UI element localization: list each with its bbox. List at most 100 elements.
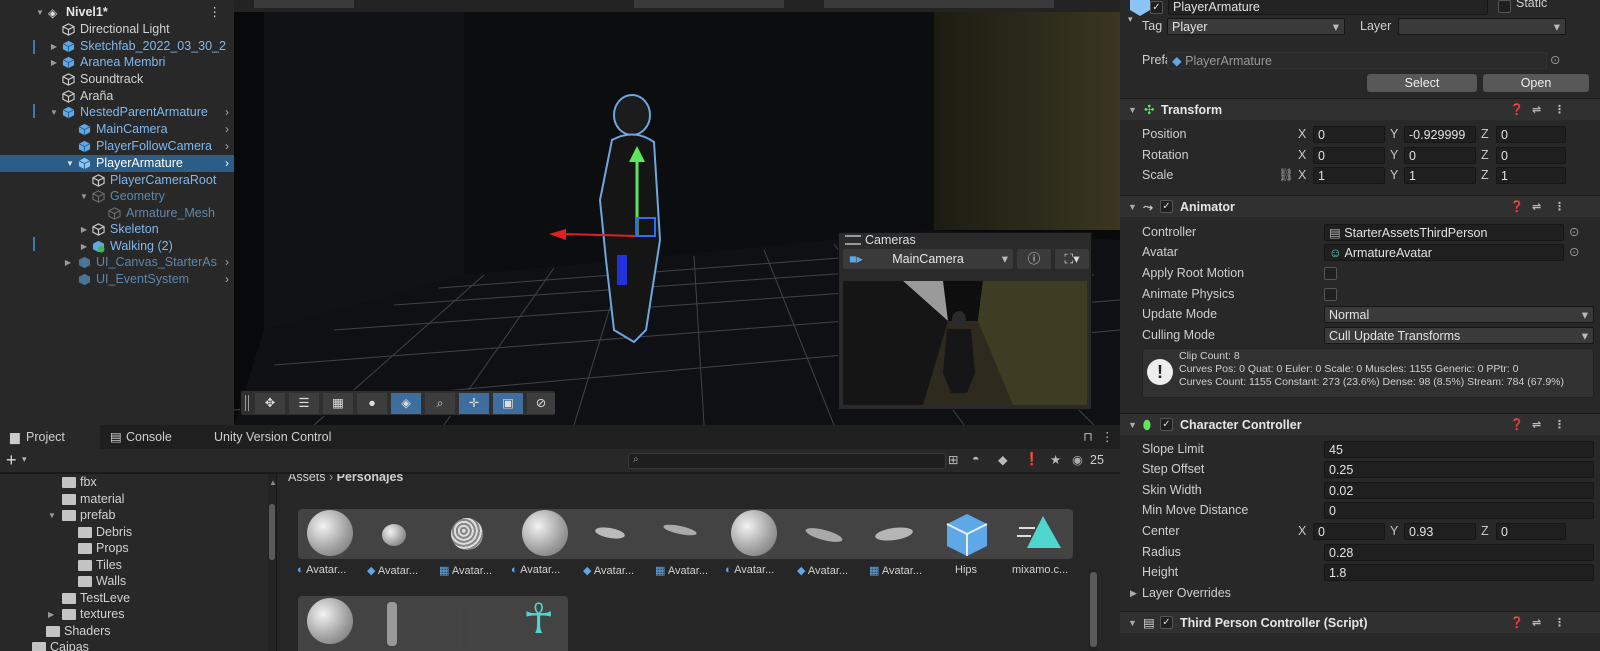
- asset-label[interactable]: ▦ Avatar...: [869, 564, 922, 577]
- folder-item[interactable]: fbx: [62, 474, 97, 491]
- hierarchy-item[interactable]: ▶ Aranea Membri: [0, 54, 234, 71]
- help-icon[interactable]: ❓: [1510, 196, 1524, 218]
- context-menu-icon[interactable]: ⋮: [1554, 414, 1565, 436]
- character-controller-enabled-checkbox[interactable]: ✓: [1160, 418, 1173, 431]
- shading-sphere-icon[interactable]: ●: [357, 393, 387, 414]
- folder-item[interactable]: ▼ prefab: [48, 507, 115, 524]
- scale-z-field[interactable]: 1: [1496, 167, 1566, 184]
- expand-arrow-icon[interactable]: ▶: [79, 238, 89, 255]
- object-name-field[interactable]: PlayerArmature: [1168, 0, 1488, 15]
- camera-frame-button[interactable]: ⛶▾: [1055, 249, 1089, 269]
- hierarchy-item-selected[interactable]: ▼ PlayerArmature ›: [0, 155, 234, 172]
- asset-label[interactable]: ▦ Avatar...: [655, 564, 708, 577]
- dropdown-arrow-icon[interactable]: ▾: [22, 454, 27, 465]
- hierarchy-item[interactable]: ▼ NestedParentArmature ›: [0, 104, 234, 121]
- open-button[interactable]: Open: [1483, 74, 1589, 92]
- hips-prefab-box-icon[interactable]: [945, 512, 989, 556]
- tree-scrollbar[interactable]: ▲: [268, 474, 276, 651]
- drag-handle-icon[interactable]: [245, 395, 249, 411]
- folder-item[interactable]: TestLeve: [62, 590, 130, 607]
- chevron-right-icon[interactable]: ›: [225, 104, 229, 121]
- collapse-arrow-icon[interactable]: ▼: [1128, 99, 1137, 121]
- tab-project[interactable]: ▆ Project: [0, 425, 100, 449]
- view-options-tools[interactable]: [824, 0, 1054, 8]
- help-icon[interactable]: ❓: [1510, 414, 1524, 436]
- center-z-field[interactable]: 0: [1496, 523, 1566, 540]
- min-move-distance-field[interactable]: 0: [1324, 502, 1594, 519]
- asset-label[interactable]: ◆ Avatar...: [797, 564, 848, 577]
- culling-mode-dropdown[interactable]: Cull Update Transforms: [1324, 327, 1594, 344]
- hierarchy-item[interactable]: ▶ Skeleton: [0, 221, 234, 238]
- hierarchy-item[interactable]: ▶ Walking (2): [0, 238, 234, 255]
- lock-icon[interactable]: ⊓: [1083, 429, 1093, 444]
- context-menu-icon[interactable]: ⋮: [1554, 196, 1565, 218]
- grid-snap-icon[interactable]: ▦: [323, 393, 353, 414]
- hierarchy-item[interactable]: ▼ Geometry: [0, 188, 234, 205]
- radius-field[interactable]: 0.28: [1324, 544, 1594, 561]
- avatar-field[interactable]: ☺ ArmatureAvatar: [1324, 244, 1564, 261]
- favorite-star-icon[interactable]: ★: [1050, 452, 1061, 467]
- more-options-icon[interactable]: ⋮: [1101, 429, 1114, 444]
- preset-sliders-icon[interactable]: ⇌: [1532, 196, 1541, 218]
- rotation-z-field[interactable]: 0: [1496, 147, 1566, 164]
- target-circle-icon[interactable]: ⊙: [1550, 52, 1560, 67]
- asset-label[interactable]: ◆ Avatar...: [367, 564, 418, 577]
- visibility-eye-icon[interactable]: ◉: [1072, 452, 1083, 467]
- avatar-mask-thumbnail[interactable]: [307, 598, 353, 644]
- search-icon[interactable]: ⌕: [425, 393, 455, 414]
- help-icon[interactable]: ❓: [1510, 99, 1524, 121]
- settings-sliders-icon[interactable]: ☰: [289, 393, 319, 414]
- rotation-y-field[interactable]: 0: [1404, 147, 1476, 164]
- folder-item[interactable]: Tiles: [78, 557, 122, 574]
- layer-dropdown[interactable]: [1398, 18, 1566, 35]
- animator-enabled-checkbox[interactable]: ✓: [1160, 200, 1173, 213]
- context-menu-icon[interactable]: ⋮: [1554, 99, 1565, 121]
- animate-physics-checkbox[interactable]: [1324, 288, 1337, 301]
- expand-arrow-icon[interactable]: ▶: [79, 221, 89, 238]
- tree-scrollbar-thumb[interactable]: [269, 504, 275, 560]
- character-controller-header[interactable]: ▼ ⬮ ✓ Character Controller ❓ ⇌ ⋮: [1120, 413, 1600, 435]
- scene-root-row[interactable]: ▼ ◈ Nivel1* ⋮: [0, 4, 234, 21]
- grid-scrollbar-thumb[interactable]: [1090, 572, 1097, 647]
- folder-item[interactable]: Debris: [78, 524, 132, 541]
- tag-dropdown[interactable]: Player: [1167, 18, 1345, 35]
- third-person-enabled-checkbox[interactable]: ✓: [1160, 616, 1173, 629]
- breadcrumb-root[interactable]: Assets: [288, 474, 326, 484]
- folder-item[interactable]: Caipas: [32, 639, 89, 651]
- asset-label[interactable]: ◐ Avatar...: [297, 564, 346, 576]
- avatar-mask-thumbnail[interactable]: [731, 510, 777, 556]
- avatar-figure-icon[interactable]: ☥: [523, 598, 554, 640]
- dropdown-arrow-icon[interactable]: ▾: [1128, 14, 1133, 25]
- expand-arrow-icon[interactable]: ▶: [49, 38, 59, 55]
- help-icon[interactable]: ❓: [1510, 612, 1524, 634]
- position-x-field[interactable]: 0: [1313, 126, 1385, 143]
- rotation-x-field[interactable]: 0: [1313, 147, 1385, 164]
- controller-field[interactable]: ▤ StarterAssetsThirdPerson: [1324, 224, 1564, 241]
- gizmo-move-icon[interactable]: ✛: [459, 393, 489, 414]
- position-y-field[interactable]: -0.929999: [1404, 126, 1476, 143]
- camera-icon[interactable]: ▣: [493, 393, 523, 414]
- chevron-right-icon[interactable]: ›: [225, 138, 229, 155]
- asset-label[interactable]: ◆ Avatar...: [583, 564, 634, 577]
- collapse-arrow-icon[interactable]: ▼: [1128, 612, 1137, 634]
- mixamo-model-icon[interactable]: [1017, 514, 1061, 550]
- expand-arrow-icon[interactable]: ▶: [1130, 583, 1137, 604]
- center-x-field[interactable]: 0: [1313, 523, 1385, 540]
- breadcrumb-current[interactable]: Personajes: [337, 474, 404, 484]
- slope-limit-field[interactable]: 45: [1324, 441, 1594, 458]
- layer-overrides-row[interactable]: ▶ Layer Overrides: [1120, 583, 1600, 604]
- hierarchy-item[interactable]: UI_EventSystem ›: [0, 271, 234, 288]
- chevron-right-icon[interactable]: ›: [225, 121, 229, 138]
- preset-sliders-icon[interactable]: ⇌: [1532, 414, 1541, 436]
- asset-label[interactable]: Hips: [955, 564, 977, 576]
- camera-select-dropdown[interactable]: ■▸ MainCamera: [843, 249, 1013, 269]
- link-constrain-icon[interactable]: ⛓: [1278, 165, 1294, 186]
- expand-arrow-icon[interactable]: ▼: [35, 4, 45, 21]
- scroll-up-icon[interactable]: ▲: [269, 478, 276, 487]
- asset-label[interactable]: mixamo.c...: [1012, 564, 1068, 576]
- compass-icon[interactable]: ⊘: [527, 393, 555, 414]
- hierarchy-item[interactable]: MainCamera ›: [0, 121, 234, 138]
- avatar-mask-thumbnail[interactable]: [451, 518, 483, 550]
- preset-sliders-icon[interactable]: ⇌: [1532, 612, 1541, 634]
- layers-icon[interactable]: ◈: [391, 393, 421, 414]
